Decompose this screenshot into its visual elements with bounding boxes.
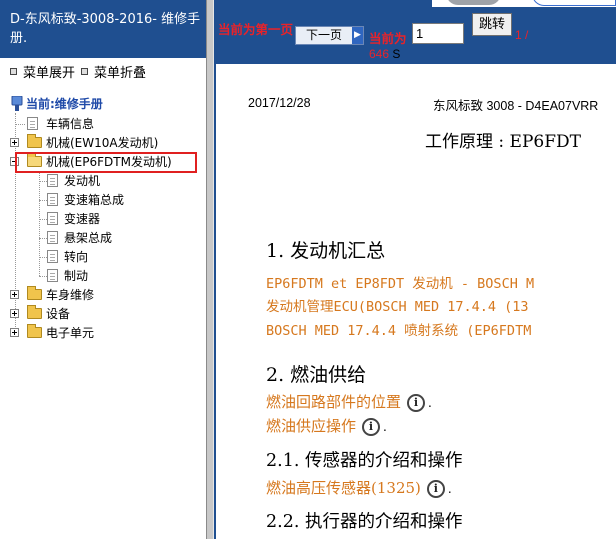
info-icon[interactable]: i bbox=[426, 480, 445, 498]
document-icon bbox=[47, 193, 58, 206]
tree-line bbox=[39, 257, 47, 258]
tree-line bbox=[39, 276, 47, 277]
tree-item-label: 发动机 bbox=[64, 174, 101, 188]
menu-expand-label: 菜单展开 bbox=[23, 66, 76, 81]
document-model: 东风标致 3008 - D4EA07VRR bbox=[433, 99, 599, 113]
document-viewer[interactable]: 2017/12/28 东风标致 3008 - D4EA07VRR 工作原理 : … bbox=[214, 64, 616, 539]
manual-title: D-东风标致-3008-2016- 维修手册. bbox=[0, 0, 206, 58]
tree-item-label: 车身维修 bbox=[46, 288, 95, 302]
content-line[interactable]: 发动机管理ECU(BOSCH MED 17.4.4 (13 bbox=[266, 295, 529, 315]
banner-shape bbox=[532, 0, 616, 6]
period: . bbox=[428, 396, 432, 410]
document-icon bbox=[47, 174, 58, 187]
period: . bbox=[383, 420, 387, 434]
pressure-sensor-link-row: 燃油高压传感器(1325) i. bbox=[266, 477, 452, 498]
folder-icon bbox=[27, 305, 42, 319]
selection-highlight-box bbox=[15, 152, 197, 173]
tree-item-label: 转向 bbox=[64, 250, 89, 264]
expand-icon[interactable] bbox=[10, 138, 19, 147]
banner-shape bbox=[446, 0, 501, 5]
menu-collapse-label: 菜单折叠 bbox=[94, 66, 147, 81]
tree-item-label: 电子单元 bbox=[46, 326, 95, 340]
tree-item-label: 悬架总成 bbox=[64, 231, 113, 245]
tree-item-label: 制动 bbox=[64, 269, 89, 283]
document-heading: 工作原理 : EP6FDT bbox=[425, 132, 581, 152]
tree-line bbox=[39, 200, 47, 201]
fuel-supply-operation-link[interactable]: 燃油供应操作 bbox=[266, 417, 356, 435]
fuel-circuit-link[interactable]: 燃油回路部件的位置 bbox=[266, 393, 401, 411]
expand-icon[interactable] bbox=[10, 309, 19, 318]
next-page-button[interactable]: 下一页 ▶ bbox=[295, 26, 364, 45]
fuel-supply-link-row: 燃油供应操作 i. bbox=[266, 415, 387, 436]
first-page-note: 当前为第一页 bbox=[218, 22, 294, 37]
next-page-label: 下一页 bbox=[306, 28, 343, 42]
expand-icon[interactable] bbox=[10, 328, 19, 337]
section-engine-summary: 1. 发动机汇总 bbox=[266, 240, 386, 262]
tree-line bbox=[39, 219, 47, 220]
content-pane: 当前为第一页 下一页 ▶ 当前为 跳转 1 / 646 S 2017/12/28… bbox=[214, 0, 616, 539]
menu-controls: 菜单展开 菜单折叠 bbox=[10, 62, 146, 81]
expand-icon[interactable] bbox=[10, 290, 19, 299]
document-date: 2017/12/28 bbox=[248, 96, 311, 110]
tree-item-label: 车辆信息 bbox=[46, 117, 95, 131]
document-icon bbox=[47, 250, 58, 263]
brand-banner bbox=[432, 0, 616, 7]
tree-item-label: 变速器 bbox=[64, 212, 101, 226]
tree-item-label: 设备 bbox=[46, 307, 71, 321]
period: . bbox=[447, 482, 452, 496]
document-icon bbox=[47, 269, 58, 282]
info-icon[interactable]: i bbox=[407, 394, 426, 412]
info-icon[interactable]: i bbox=[362, 418, 381, 436]
tree-line bbox=[15, 124, 25, 125]
tree-item-ew10a[interactable]: 机械(EW10A发动机) bbox=[10, 134, 200, 152]
fuel-pressure-sensor-link[interactable]: 燃油高压传感器(1325) bbox=[266, 479, 421, 497]
tree-line bbox=[39, 238, 47, 239]
document-icon bbox=[47, 212, 58, 225]
square-icon bbox=[81, 68, 89, 75]
total-pages-suffix: S bbox=[392, 47, 401, 61]
folder-icon bbox=[27, 286, 42, 300]
jump-button[interactable]: 跳转 bbox=[472, 13, 512, 36]
root-manual-icon bbox=[11, 96, 23, 111]
square-icon bbox=[10, 68, 17, 75]
page-toolbar: 当前为第一页 下一页 ▶ 当前为 跳转 1 / 646 S bbox=[214, 0, 616, 64]
section-actuators: 2.2. 执行器的介绍和操作 bbox=[266, 512, 463, 532]
menu-expand-control[interactable]: 菜单展开 bbox=[10, 66, 75, 81]
tree-root-label: 当前:维修手册 bbox=[26, 97, 103, 111]
fuel-circuit-link-row: 燃油回路部件的位置 i. bbox=[266, 391, 432, 412]
next-arrow-icon: ▶ bbox=[352, 27, 363, 44]
tree-item-label: 变速箱总成 bbox=[64, 193, 125, 207]
content-line[interactable]: BOSCH MED 17.4.4 喷射系统 (EP6FDTM bbox=[266, 319, 531, 339]
tree-line bbox=[39, 171, 40, 276]
tree-item-label: 机械(EW10A发动机) bbox=[46, 136, 159, 150]
section-fuel-supply: 2. 燃油供给 bbox=[266, 364, 367, 386]
pane-splitter[interactable] bbox=[206, 0, 214, 539]
document-icon bbox=[27, 117, 38, 130]
page-number-input[interactable] bbox=[412, 23, 464, 44]
tree-line bbox=[39, 181, 47, 182]
section-sensors: 2.1. 传感器的介绍和操作 bbox=[266, 451, 463, 471]
total-pages-number: 646 bbox=[369, 47, 390, 61]
folder-icon bbox=[27, 134, 42, 148]
folder-icon bbox=[27, 324, 42, 338]
total-pages: 646 S bbox=[369, 47, 400, 61]
page-of-label: 1 / bbox=[515, 28, 529, 42]
navigation-pane: D-东风标致-3008-2016- 维修手册. 菜单展开 菜单折叠 当前:维修手册… bbox=[0, 0, 206, 539]
document-icon bbox=[47, 231, 58, 244]
menu-collapse-control[interactable]: 菜单折叠 bbox=[81, 66, 146, 81]
content-line[interactable]: EP6FDTM et EP8FDT 发动机 - BOSCH M bbox=[266, 272, 534, 292]
current-page-label: 当前为 bbox=[369, 31, 407, 46]
